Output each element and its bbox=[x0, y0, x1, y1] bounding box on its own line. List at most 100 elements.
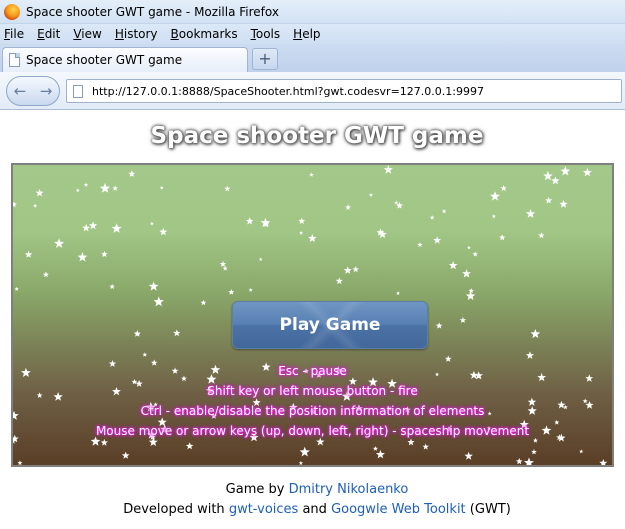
star-icon bbox=[75, 188, 80, 193]
star-icon bbox=[121, 451, 130, 459]
star-icon bbox=[599, 459, 608, 465]
star-icon bbox=[148, 437, 158, 446]
gwt-voices-link[interactable]: gwt-voices bbox=[229, 502, 299, 517]
star-icon bbox=[228, 289, 235, 295]
menu-help[interactable]: Help bbox=[292, 27, 321, 41]
menu-bookmarks[interactable]: Bookmarks bbox=[170, 27, 239, 41]
star-icon bbox=[99, 182, 111, 193]
footer-and: and bbox=[302, 502, 327, 517]
tab-space-shooter[interactable]: Space shooter GWT game bbox=[2, 47, 248, 72]
star-icon bbox=[429, 215, 435, 220]
window-titlebar: Space shooter GWT game - Mozilla Firefox bbox=[0, 0, 625, 24]
star-icon bbox=[33, 203, 38, 208]
menu-file[interactable]: File bbox=[3, 27, 25, 41]
footer-credits: Game by Dmitry Nikolaenko bbox=[0, 482, 625, 497]
star-icon bbox=[299, 446, 310, 457]
help-ctrl: Ctrl - enable/disable the position infor… bbox=[140, 404, 485, 418]
star-icon bbox=[435, 322, 443, 329]
star-icon bbox=[352, 266, 359, 273]
url-text[interactable]: http://127.0.0.1:8888/SpaceShooter.html?… bbox=[92, 85, 484, 98]
star-icon bbox=[159, 185, 164, 190]
star-icon bbox=[54, 238, 65, 248]
star-icon bbox=[441, 208, 447, 214]
star-icon bbox=[543, 171, 553, 181]
star-icon bbox=[545, 196, 553, 204]
star-icon bbox=[308, 234, 317, 242]
star-icon bbox=[299, 230, 304, 235]
menu-view[interactable]: View bbox=[72, 27, 102, 41]
star-icon bbox=[530, 329, 541, 339]
star-icon bbox=[560, 166, 571, 176]
star-icon bbox=[13, 201, 17, 208]
star-icon bbox=[444, 355, 452, 362]
tab-strip: Space shooter GWT game + bbox=[0, 44, 625, 72]
star-icon bbox=[559, 199, 568, 208]
page-icon bbox=[73, 84, 83, 98]
star-icon bbox=[142, 352, 148, 357]
star-icon bbox=[112, 185, 118, 191]
window-title: Space shooter GWT game - Mozilla Firefox bbox=[26, 4, 279, 19]
new-tab-button[interactable]: + bbox=[252, 48, 278, 70]
menu-edit[interactable]: Edit bbox=[36, 27, 61, 41]
star-icon bbox=[491, 214, 496, 219]
star-icon bbox=[394, 200, 399, 205]
star-icon bbox=[335, 277, 343, 285]
star-icon bbox=[538, 232, 545, 239]
star-icon bbox=[309, 172, 314, 177]
star-icon bbox=[500, 184, 507, 192]
star-icon bbox=[532, 437, 538, 443]
help-pause: Esc - pause bbox=[278, 364, 347, 378]
star-icon bbox=[465, 291, 476, 301]
gwt-link[interactable]: Googwle Web Toolkit bbox=[331, 502, 466, 517]
forward-arrow-icon[interactable]: → bbox=[40, 82, 53, 100]
star-icon bbox=[396, 291, 401, 295]
star-icon bbox=[579, 449, 584, 454]
star-icon bbox=[298, 217, 306, 224]
star-icon bbox=[24, 250, 33, 258]
star-icon bbox=[523, 457, 534, 465]
star-icon bbox=[185, 442, 194, 450]
tab-label: Space shooter GWT game bbox=[26, 53, 183, 67]
star-icon bbox=[316, 437, 325, 446]
back-arrow-icon[interactable]: ← bbox=[14, 82, 27, 100]
star-icon bbox=[248, 287, 253, 292]
star-icon bbox=[468, 288, 474, 294]
star-icon bbox=[88, 221, 98, 230]
star-icon bbox=[17, 460, 23, 465]
game-canvas[interactable]: Play Game Esc - pause Shift key or left … bbox=[11, 163, 614, 467]
menu-tools[interactable]: Tools bbox=[250, 27, 282, 41]
star-icon bbox=[222, 265, 228, 271]
star-icon bbox=[111, 223, 122, 233]
star-icon bbox=[515, 457, 523, 465]
star-icon bbox=[298, 460, 304, 465]
address-bar[interactable]: http://127.0.0.1:8888/SpaceShooter.html?… bbox=[66, 79, 622, 103]
star-icon bbox=[462, 269, 471, 278]
star-icon bbox=[472, 251, 478, 257]
star-icon bbox=[42, 271, 49, 278]
star-icon bbox=[383, 165, 393, 174]
star-icon bbox=[525, 351, 534, 359]
footer-gwt-suffix: (GWT) bbox=[469, 502, 511, 517]
star-icon bbox=[343, 266, 352, 274]
star-icon bbox=[372, 446, 378, 451]
play-game-label: Play Game bbox=[279, 315, 381, 335]
star-icon bbox=[173, 329, 181, 337]
play-game-button[interactable]: Play Game bbox=[232, 301, 428, 349]
star-icon bbox=[433, 236, 442, 244]
footer-developed-prefix: Developed with bbox=[123, 502, 225, 517]
star-icon bbox=[101, 250, 108, 258]
help-movement: Mouse move or arrow keys (up, down, left… bbox=[95, 424, 530, 438]
star-icon bbox=[467, 245, 471, 250]
star-icon bbox=[490, 191, 500, 201]
star-icon bbox=[368, 192, 373, 197]
menu-history[interactable]: History bbox=[114, 27, 159, 41]
star-icon bbox=[159, 227, 168, 236]
star-icon bbox=[82, 223, 91, 232]
star-icon bbox=[77, 252, 88, 262]
page-icon bbox=[9, 53, 20, 67]
firefox-logo-icon bbox=[4, 3, 20, 20]
help-fire: Shift key or left mouse button - fire bbox=[207, 384, 418, 398]
star-icon bbox=[375, 449, 385, 459]
footer-game-by: Game by bbox=[225, 482, 285, 497]
author-link[interactable]: Dmitry Nikolaenko bbox=[289, 482, 409, 497]
